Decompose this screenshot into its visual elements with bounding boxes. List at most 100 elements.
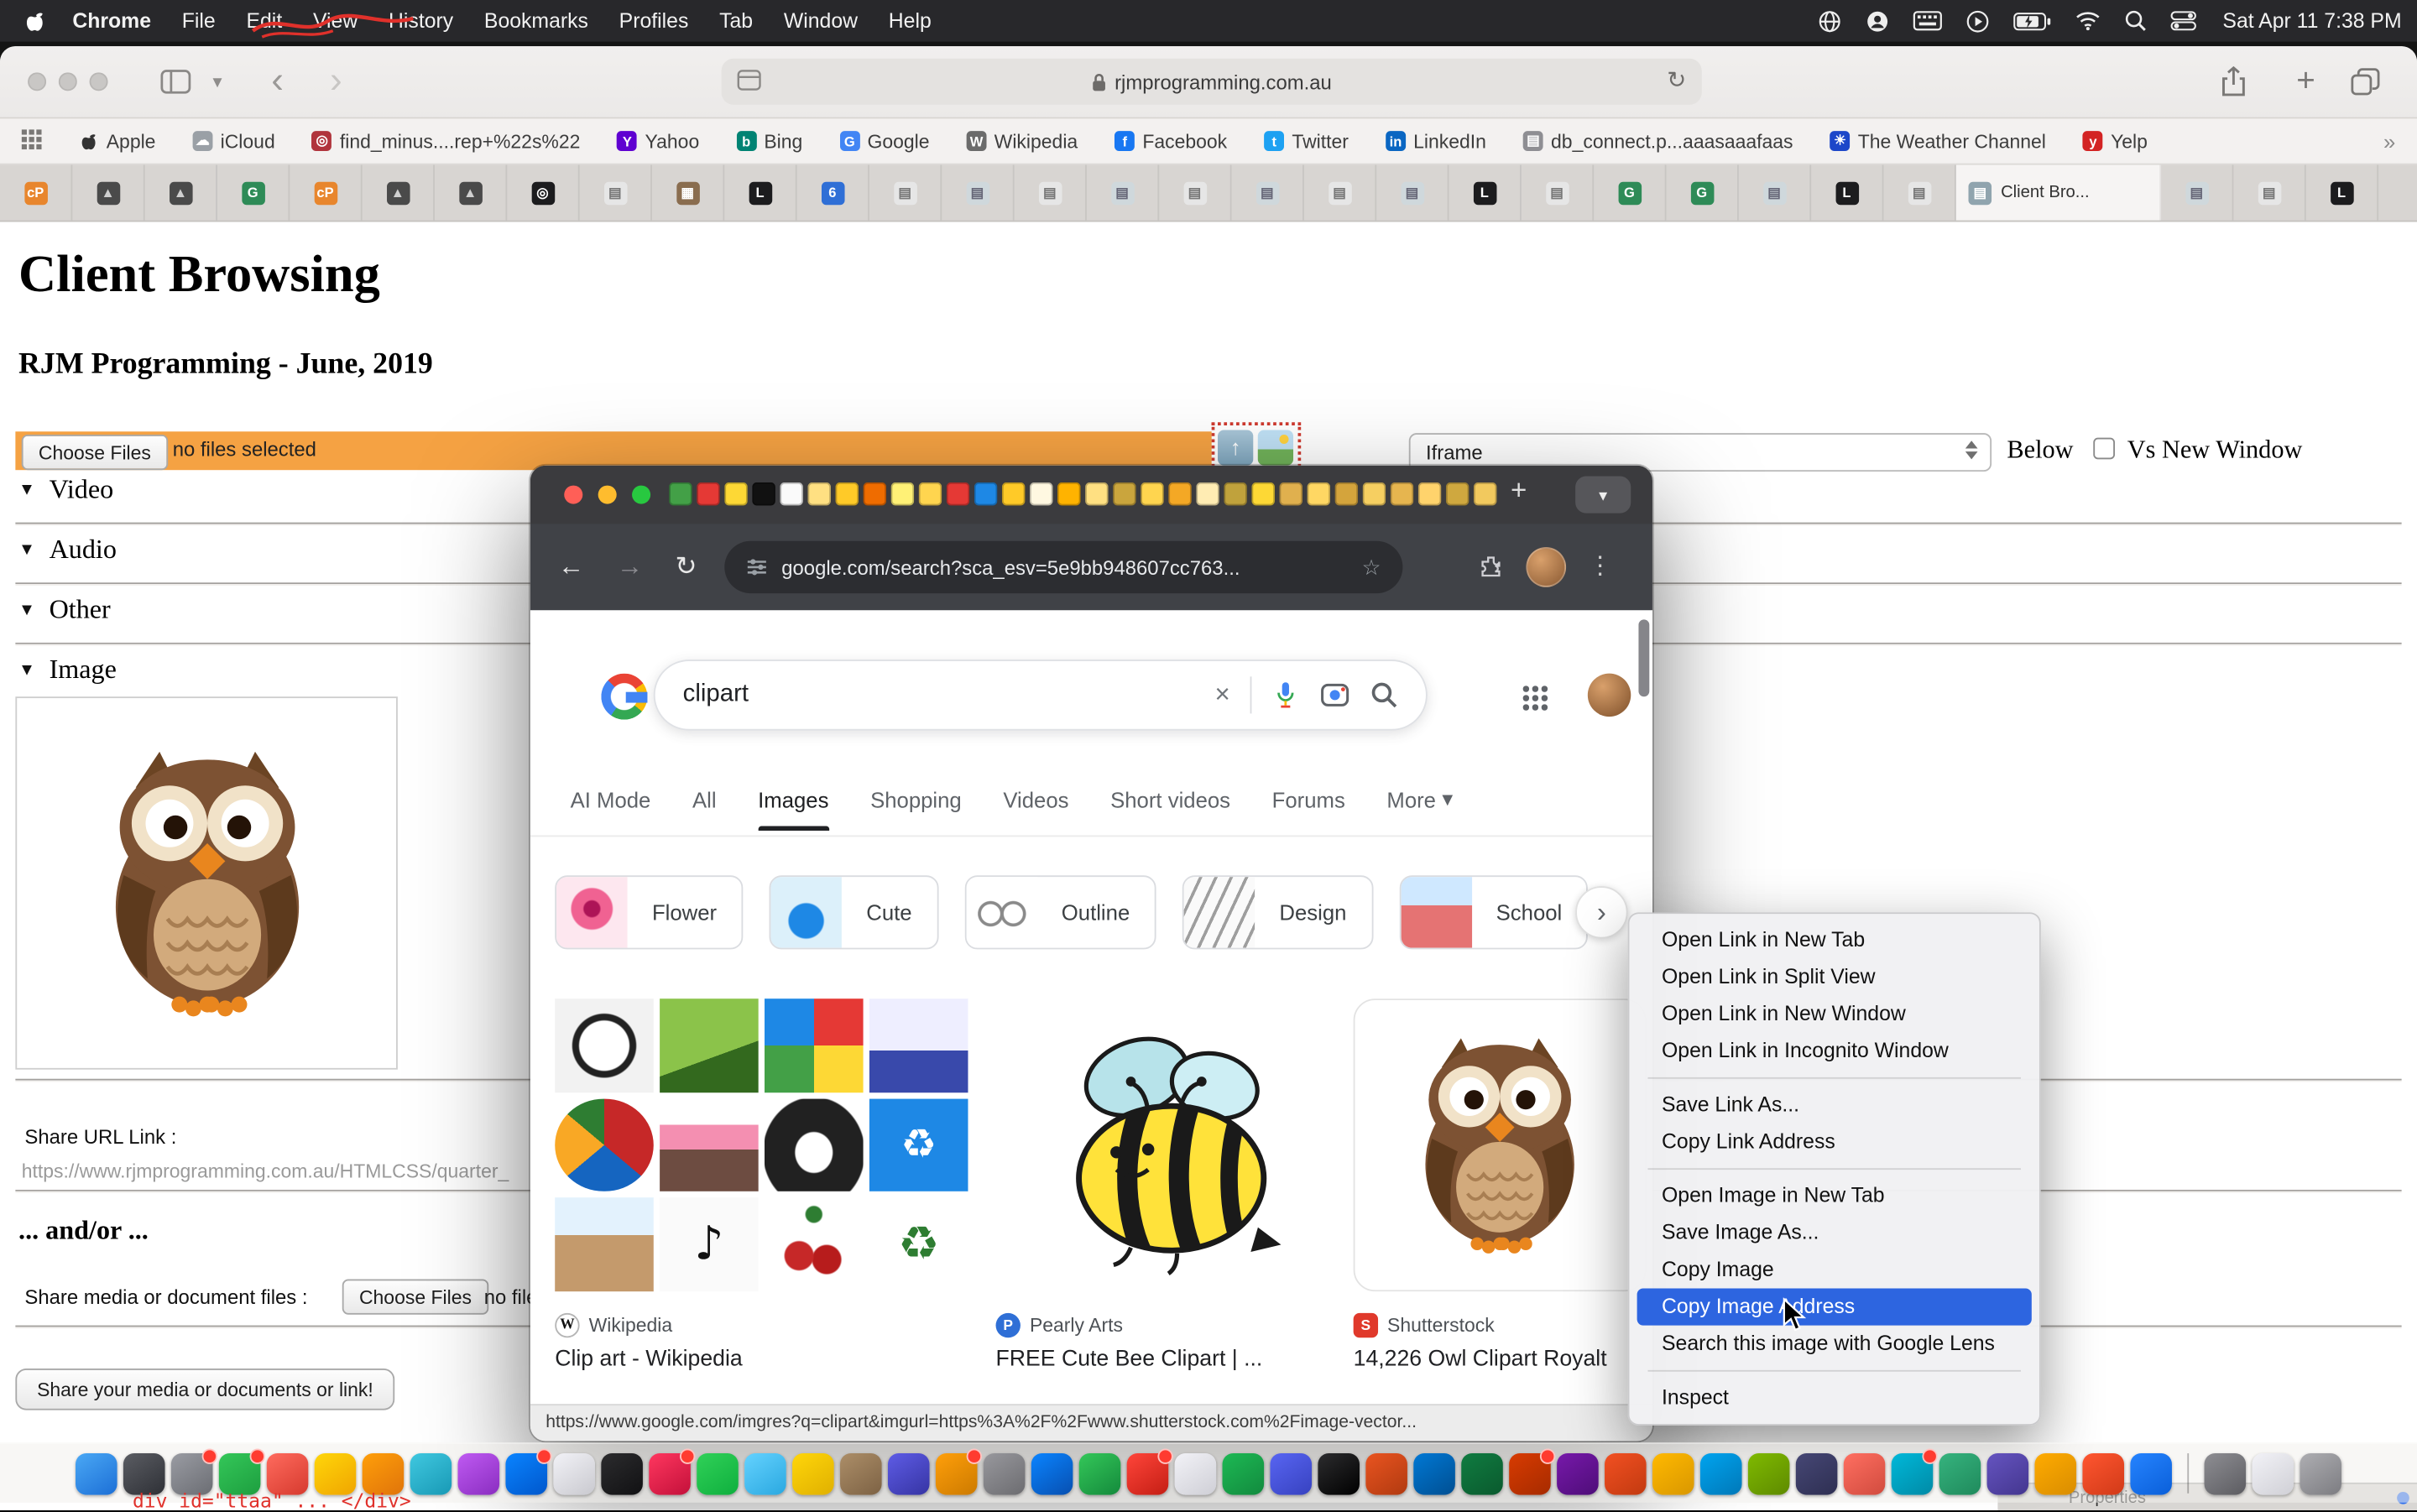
safari-tab[interactable]: ▤ <box>1739 165 1811 221</box>
pie-clipart[interactable] <box>555 1098 654 1191</box>
favorites-grid-icon[interactable] <box>22 128 42 153</box>
menu-item-bookmarks[interactable]: Bookmarks <box>469 9 604 33</box>
dock-app-icon[interactable] <box>1844 1452 1886 1494</box>
google-tab-forums[interactable]: Forums <box>1272 786 1345 812</box>
menu-item-edit[interactable]: Edit <box>231 9 297 33</box>
chrome-mini-tab[interactable] <box>1446 482 1470 506</box>
favorite-db-connect-p-aaasaaafaas[interactable]: ▤db_connect.p...aaasaaafaas <box>1523 130 1793 152</box>
safari-tab[interactable]: ▤ <box>1522 165 1594 221</box>
dock-app-icon[interactable] <box>1748 1452 1790 1494</box>
favorite-google[interactable]: GGoogle <box>839 130 929 152</box>
chrome-mini-tab[interactable] <box>780 482 803 506</box>
google-tab-more[interactable]: More▾ <box>1386 786 1453 812</box>
omnibox[interactable]: google.com/search?sca_esv=5e9bb948607cc7… <box>724 541 1402 593</box>
safari-tab[interactable]: 6 <box>797 165 869 221</box>
dock-app-icon[interactable] <box>2034 1452 2076 1494</box>
handshake-clipart[interactable] <box>555 1198 654 1291</box>
dock-app-icon[interactable] <box>2205 1452 2247 1494</box>
chrome-mini-tab[interactable] <box>1168 482 1192 506</box>
control-center-icon[interactable] <box>2170 11 2196 31</box>
menu-item-window[interactable]: Window <box>768 9 873 33</box>
dock-app-icon[interactable] <box>1461 1452 1503 1494</box>
context-item-search-this-image-with-googl[interactable]: Search this image with Google Lens <box>1637 1326 2032 1363</box>
favorite-icloud[interactable]: ☁iCloud <box>193 130 275 152</box>
dock-app-icon[interactable] <box>792 1452 834 1494</box>
chrome-mini-tab[interactable] <box>1113 482 1136 506</box>
user-badge-icon[interactable] <box>1865 8 1889 33</box>
dock-app-icon[interactable] <box>649 1452 691 1494</box>
sidebar-toggle-icon[interactable] <box>160 70 191 102</box>
google-tab-shopping[interactable]: Shopping <box>870 786 962 812</box>
safari-tab[interactable]: G <box>217 165 290 221</box>
dock-app-icon[interactable] <box>601 1452 643 1494</box>
chrome-mini-tab[interactable] <box>752 482 775 506</box>
safari-tab[interactable]: ▤ <box>580 165 652 221</box>
dock-app-icon[interactable] <box>1509 1452 1551 1494</box>
dock-app-icon[interactable] <box>2130 1452 2172 1494</box>
chip-cute[interactable]: Cute <box>770 875 938 949</box>
zoom-window-button[interactable] <box>632 486 650 504</box>
reload-icon[interactable]: ↻ <box>1667 59 1686 105</box>
google-tab-ai-mode[interactable]: AI Mode <box>571 786 651 812</box>
share-submit-button[interactable]: Share your media or documents or link! <box>15 1369 394 1410</box>
tab-overview-icon[interactable] <box>2351 68 2380 103</box>
safari-tab[interactable]: L <box>2306 165 2378 221</box>
chip-school[interactable]: School <box>1399 875 1589 949</box>
chip-outline[interactable]: Outline <box>964 875 1156 949</box>
safari-tab[interactable]: L <box>1449 165 1522 221</box>
context-item-copy-link-address[interactable]: Copy Link Address <box>1637 1124 2032 1160</box>
chrome-mini-tab[interactable] <box>697 482 720 506</box>
context-item-save-link-as[interactable]: Save Link As... <box>1637 1087 2032 1124</box>
cake-clipart[interactable] <box>660 1098 759 1191</box>
dock-app-icon[interactable] <box>1031 1452 1073 1494</box>
safari-tab-active[interactable]: ▤Client Bro... <box>1956 165 2161 221</box>
close-window-button[interactable] <box>28 72 46 91</box>
dock-app-icon[interactable] <box>1175 1452 1217 1494</box>
chrome-mini-tab[interactable] <box>1196 482 1219 506</box>
keyboard-icon[interactable] <box>1913 11 1942 31</box>
safari-tab[interactable]: ◎ <box>507 165 579 221</box>
menu-item-history[interactable]: History <box>373 9 469 33</box>
reload-button[interactable]: ↻ <box>675 524 697 610</box>
google-tab-all[interactable]: All <box>692 786 717 812</box>
play-icon[interactable] <box>1965 8 1990 33</box>
bee-clipart-result[interactable] <box>996 998 1341 1291</box>
favorite-bing[interactable]: bBing <box>736 130 802 152</box>
safari-tab[interactable]: ▤ <box>1087 165 1159 221</box>
chrome-mini-tab[interactable] <box>1279 482 1302 506</box>
safari-tab[interactable]: G <box>1594 165 1666 221</box>
globe-icon[interactable] <box>1817 8 1841 33</box>
safari-tab[interactable]: cP <box>290 165 362 221</box>
clipart-collage-result[interactable]: ♻♪♻ <box>555 998 968 1291</box>
context-item-copy-image-address[interactable]: Copy Image Address <box>1637 1289 2032 1326</box>
battery-icon[interactable] <box>2013 12 2052 30</box>
chrome-mini-tab[interactable] <box>1030 482 1053 506</box>
chrome-mini-tab[interactable] <box>919 482 942 506</box>
dock-app-icon[interactable] <box>76 1452 117 1494</box>
context-item-open-link-in-split-view[interactable]: Open Link in Split View <box>1637 958 2032 995</box>
clock-clipart[interactable] <box>555 998 654 1092</box>
context-item-open-link-in-incognito-windo[interactable]: Open Link in Incognito Window <box>1637 1033 2032 1070</box>
search-query-text[interactable]: clipart <box>683 681 1195 709</box>
google-search-box[interactable]: clipart × <box>654 660 1428 730</box>
favorites-overflow-chevron[interactable]: » <box>2383 128 2395 153</box>
result-title[interactable]: Clip art - Wikipedia <box>555 1347 968 1371</box>
owl-clipart-image[interactable] <box>15 696 398 1069</box>
chips-next-button[interactable]: › <box>1575 886 1627 938</box>
safari-tab[interactable]: ▤ <box>1159 165 1231 221</box>
safari-tab[interactable]: ▤ <box>942 165 1014 221</box>
voice-search-mic-icon[interactable] <box>1271 678 1299 712</box>
cube-clipart[interactable] <box>765 998 864 1092</box>
dock-app-icon[interactable] <box>936 1452 978 1494</box>
dock-app-icon[interactable] <box>1939 1452 1981 1494</box>
chrome-mini-tab[interactable] <box>1251 482 1275 506</box>
favorite-twitter[interactable]: tTwitter <box>1264 130 1349 152</box>
favorite-apple[interactable]: Apple <box>79 130 156 152</box>
google-profile-avatar[interactable] <box>1588 674 1631 717</box>
dock-app-icon[interactable] <box>123 1452 165 1494</box>
dock-app-icon[interactable] <box>984 1452 1026 1494</box>
dock-app-icon[interactable] <box>1127 1452 1169 1494</box>
search-icon[interactable] <box>1370 681 1398 709</box>
dock-app-icon[interactable] <box>315 1452 357 1494</box>
chrome-mini-tab[interactable] <box>1141 482 1164 506</box>
